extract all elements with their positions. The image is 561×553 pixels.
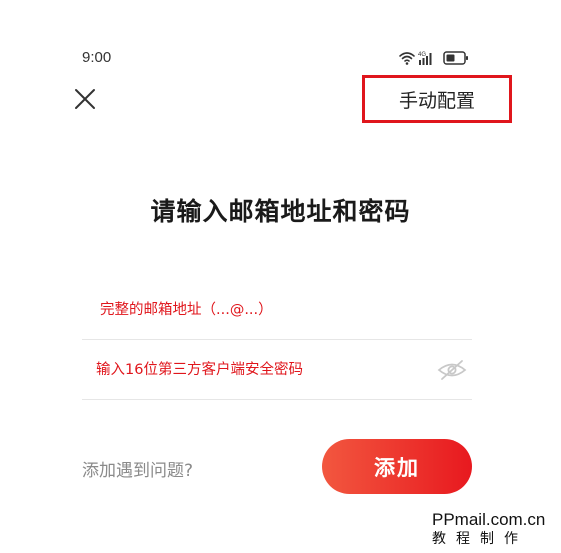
password-field-container: [82, 342, 472, 400]
wifi-icon: [399, 52, 415, 62]
add-button-label: 添加: [374, 455, 420, 480]
email-field-container: [82, 282, 472, 340]
help-link[interactable]: 添加遇到问题?: [82, 456, 193, 481]
watermark: PPmail.com.cn 教程制作: [432, 510, 557, 548]
manual-config-label: 手动配置: [398, 89, 475, 112]
watermark-caption: 教程制作: [432, 531, 528, 547]
watermark-site: PPmail.com.cn: [432, 510, 546, 529]
status-time: 9:00: [82, 49, 112, 66]
page-title: 请输入邮箱地址和密码: [150, 197, 411, 226]
eye-off-icon: [437, 360, 467, 380]
add-button[interactable]: 添加: [322, 439, 472, 494]
battery-icon: [443, 51, 468, 65]
network-type-label: 4G: [418, 52, 426, 58]
close-icon: [75, 89, 95, 109]
password-visibility-toggle[interactable]: [436, 358, 468, 382]
password-input[interactable]: [82, 342, 422, 398]
manual-config-button[interactable]: 手动配置: [362, 75, 512, 123]
email-input[interactable]: [82, 282, 422, 338]
status-icons: 4G: [398, 48, 472, 68]
close-button[interactable]: [72, 86, 98, 112]
